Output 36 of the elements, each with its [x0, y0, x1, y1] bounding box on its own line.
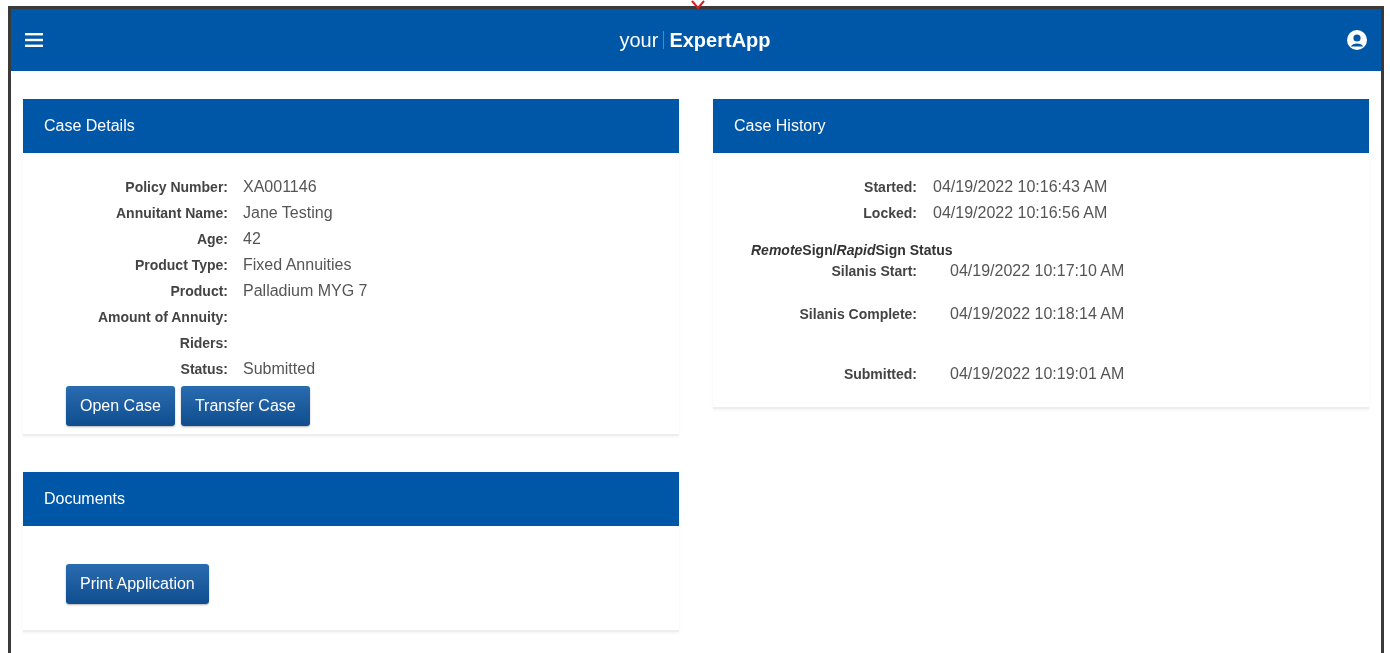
field-value: 04/19/2022 10:17:10 AM	[950, 262, 1126, 280]
field-value: 04/19/2022 10:18:14 AM	[950, 305, 1126, 323]
user-icon[interactable]	[1347, 30, 1367, 50]
marker-icon	[691, 0, 705, 10]
field-label: Locked:	[862, 205, 917, 221]
case-button[interactable]: Open Case	[66, 386, 175, 426]
field-label: Policy Number:	[124, 179, 228, 195]
field-label: Silanis Start:	[830, 263, 917, 279]
field-label: Started:	[863, 179, 917, 195]
field-label: Product Type:	[133, 257, 228, 273]
field-label: Riders:	[178, 335, 228, 351]
field-label: Amount of Annuity:	[96, 309, 228, 325]
brand-name: ExpertApp	[669, 28, 771, 52]
brand-prefix: your	[619, 28, 659, 52]
print-button[interactable]: Print Application	[66, 564, 209, 604]
signing-heading: RemoteSign/RapidSign Status	[751, 242, 954, 258]
field-label: Submitted:	[842, 366, 917, 382]
card-title: Case Details	[23, 99, 679, 153]
field-value: Palladium MYG 7	[243, 282, 369, 300]
field-value: Jane Testing	[243, 204, 334, 222]
field-value: XA001146	[243, 178, 318, 196]
field-value: 42	[243, 230, 262, 248]
field-value: 04/19/2022 10:19:01 AM	[950, 365, 1126, 383]
field-value: Fixed Annuities	[243, 256, 353, 274]
card-title: Documents	[23, 472, 679, 526]
field-value: Submitted	[243, 360, 317, 378]
field-label: Status:	[179, 361, 228, 377]
field-label: Product:	[169, 283, 228, 299]
card-title: Case History	[713, 99, 1369, 153]
field-value: 04/19/2022 10:16:56 AM	[933, 204, 1109, 222]
case-button[interactable]: Transfer Case	[180, 386, 310, 426]
field-label: Silanis Complete:	[798, 306, 917, 322]
menu-icon[interactable]	[25, 33, 43, 47]
field-value: 04/19/2022 10:16:43 AM	[933, 178, 1109, 196]
field-label: Age:	[195, 231, 228, 247]
field-label: Annuitant Name:	[115, 205, 228, 221]
